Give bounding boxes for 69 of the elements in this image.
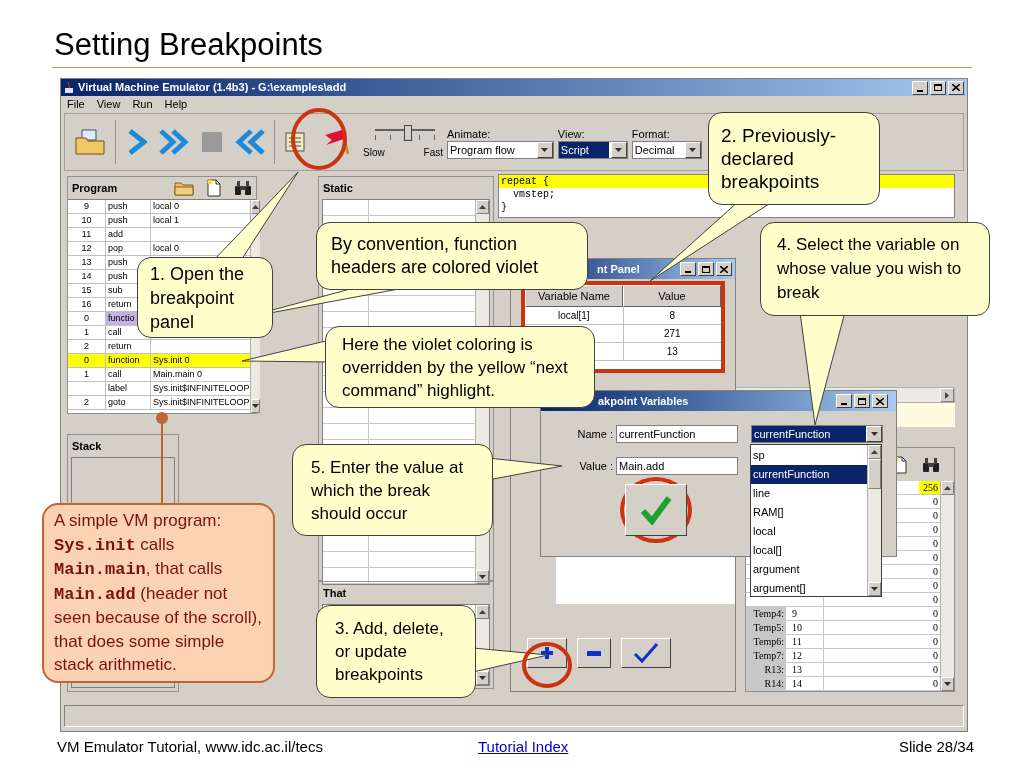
value-cell-text: 0 [932,495,939,508]
panel-title: Stack [71,439,103,454]
register-label: Temp6: [746,635,786,648]
value-cell-text: 0 [932,579,939,592]
command-cell: add [106,228,151,241]
window-title: Virtual Machine Emulator (1.4b3) - G:\examples\add [78,80,347,96]
address-cell: 9 [786,607,824,620]
command-cell: function [106,354,151,367]
value-cell-text: 0 [932,621,939,634]
callout: Here the violet coloring is overridden by the yellow “next command” highlight. [325,326,595,408]
argument-cell: Sys.init$INFINITELOOP [151,396,250,409]
value-cell-text: 13 [665,345,679,359]
value-cell-text: 0 [932,635,939,648]
callout: 2. Previously-declared breakpoints [708,112,880,205]
address-cell: 11 [786,635,824,648]
command-cell: label [106,382,151,395]
variable-cell: local[1] [525,307,624,324]
address-cell: 13 [786,663,824,676]
value-cell-text: 0 [932,509,939,522]
window-title: nt Panel [597,261,640,277]
dropdown-label: View: [557,127,586,141]
field-label: Name : [576,426,613,442]
command-cell: call [106,368,151,381]
value-cell-text: 0 [932,607,939,620]
callout: 5. Enter the value at which the break should occur [292,444,493,536]
command-cell: push [106,214,151,227]
register-label: Temp4: [746,607,786,620]
value-cell: 256 [919,481,940,494]
field-label: Value : [578,458,613,474]
value-cell-text: 0 [932,649,939,662]
value-cell-text: 8 [668,309,677,323]
value-cell-text: 0 [932,677,939,690]
program-note: A simple VM program: Sys.init calls Main.main, that calls Main.add (header not seen because of the scroll), that does some simple stack arithmetic. [42,503,275,683]
panel-title: That [322,586,348,601]
value-cell-text: 0 [932,663,939,676]
value-cell-text: 0 [932,551,939,564]
command-cell: pop [106,242,151,255]
line-number: 0 [68,354,106,367]
address-cell: 10 [786,621,824,634]
callout: 3. Add, delete, or update breakpoints [316,605,476,698]
panel-title: Program [72,180,118,196]
register-label: R14: [746,677,786,690]
register-label: Temp7: [746,649,786,662]
register-label: Temp5: [746,621,786,634]
address-cell: 12 [786,649,824,662]
address-cell: 14 [786,677,824,690]
value-cell-text: 0 [932,523,939,536]
callout: 1. Open the breakpoint panel [137,257,273,338]
register-label: R13: [746,663,786,676]
footer-text: VM Emulator Tutorial, www.idc.ac.il/tecs [57,736,324,757]
command-cell: goto [106,396,151,409]
slow-label: Slow [363,145,385,160]
script-line: vmstep; [512,188,556,201]
script-line: } [500,201,508,214]
argument-cell: Sys.init$INFINITELOOP [151,382,250,395]
slide-number: Slide 28/34 [898,736,974,757]
fast-label: Fast [423,145,443,160]
argument-cell: Sys.init 0 [151,354,250,367]
command-cell: return [106,340,151,353]
value-cell-text: 0 [932,593,939,606]
slide-title: Setting Breakpoints [54,28,324,62]
dropdown-label: Animate: [447,127,492,141]
dropdown-label: Format: [631,127,671,141]
panel-title: Static [322,181,354,196]
window-title: akpoint Variables [598,393,689,409]
command-cell: push [106,200,151,213]
value-cell-text: 0 [932,537,939,550]
value-cell-text: 0 [932,565,939,578]
value-cell-text: 271 [662,327,682,341]
